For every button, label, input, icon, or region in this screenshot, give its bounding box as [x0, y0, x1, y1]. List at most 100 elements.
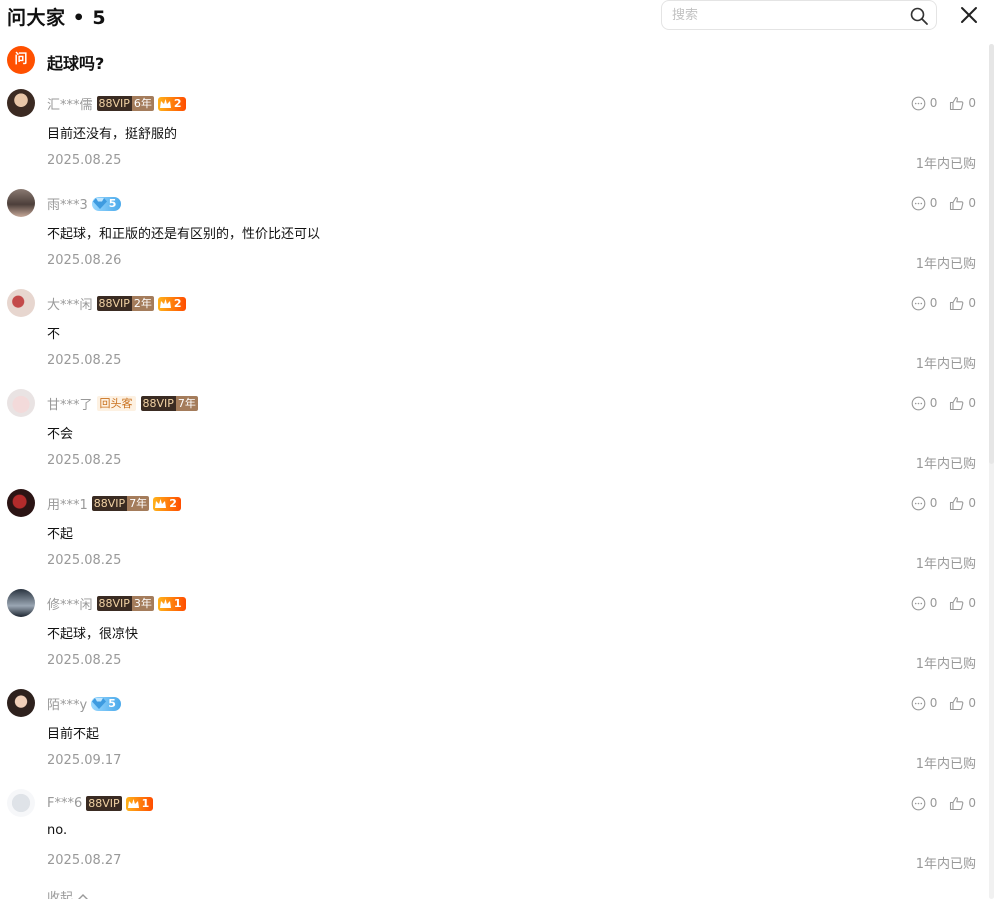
diamond-level-badge: 5: [91, 196, 122, 211]
crown-level-badge: 2: [157, 296, 186, 311]
reply-count: 0: [929, 296, 938, 310]
comment-bubble-icon: [911, 196, 926, 210]
like-button[interactable]: 0: [949, 96, 976, 111]
crown-icon: [159, 298, 171, 308]
vip-label: 88VIP: [140, 396, 176, 411]
diamond-level: 5: [108, 697, 116, 710]
reply-count: 0: [929, 96, 938, 110]
vip-badge: 88VIP 3年: [96, 596, 154, 611]
like-count: 0: [968, 396, 976, 410]
comment-bubble-icon: [911, 796, 926, 810]
vip-label: 88VIP: [86, 796, 122, 811]
reply-count: 0: [929, 796, 938, 810]
avatar[interactable]: [7, 489, 35, 517]
answer-date: 2025.08.25: [47, 653, 122, 668]
answer-item: 大***闲 88VIP 2年 2 0 0 不 2025.08.25 1年内已购: [0, 289, 985, 389]
crown-level-badge: 2: [153, 496, 181, 511]
purchase-status: 1年内已购: [915, 657, 976, 672]
user-line: 陌***y 5: [47, 695, 125, 713]
like-button[interactable]: 0: [949, 296, 976, 311]
answer-actions: 0 0: [899, 195, 976, 211]
answer-actions: 0 0: [899, 695, 976, 711]
answer-item: 陌***y 5 0 0 目前不起 2025.09.17 1年内已购: [0, 689, 985, 789]
comment-bubble-icon: [911, 396, 926, 410]
vip-years: 3年: [131, 596, 154, 611]
answer-item: 雨***3 5 0 0 不起球，和正版的还是有区别的，性价比还可以 2025.0…: [0, 189, 985, 289]
reply-button[interactable]: 0: [911, 96, 938, 111]
reply-button[interactable]: 0: [911, 596, 938, 611]
vip-badge: 88VIP 7年: [140, 396, 198, 411]
like-button[interactable]: 0: [949, 796, 976, 811]
avatar[interactable]: [7, 589, 35, 617]
avatar[interactable]: [7, 289, 35, 317]
reply-button[interactable]: 0: [911, 196, 938, 211]
comment-bubble-icon: [911, 96, 926, 110]
search-icon[interactable]: [909, 6, 929, 26]
vip-years: 7年: [175, 396, 198, 411]
reply-button[interactable]: 0: [911, 396, 937, 411]
purchase-status: 1年内已购: [915, 157, 976, 172]
scroll-thumb[interactable]: [989, 44, 994, 464]
like-button[interactable]: 0: [949, 396, 976, 411]
vip-badge: 88VIP: [86, 796, 122, 811]
username: 陌***y: [47, 698, 88, 713]
reply-count: 0: [929, 496, 938, 510]
crown-level-badge: 1: [125, 796, 154, 811]
thumbs-up-icon: [950, 196, 964, 210]
like-button[interactable]: 0: [949, 496, 976, 511]
answer-item: 汇***儒 88VIP 6年 2 0 0 目前还没有，挺舒服的 2025.08.25…: [0, 89, 985, 189]
search-input[interactable]: [672, 6, 902, 25]
reply-button[interactable]: 0: [911, 296, 938, 311]
reply-button[interactable]: 0: [911, 496, 938, 511]
close-icon[interactable]: [957, 3, 981, 27]
answer-date: 2025.08.27: [47, 853, 122, 868]
avatar[interactable]: [7, 689, 35, 717]
answer-content: 目前还没有，挺舒服的: [47, 127, 178, 142]
purchase-status: 1年内已购: [915, 257, 976, 272]
thumbs-up-icon: [950, 796, 964, 810]
reply-button[interactable]: 0: [911, 696, 937, 711]
answer-item: F***6 88VIP 1 0 0 no. 2025.08.27 1年内已购: [0, 789, 985, 889]
answer-content: 不: [47, 327, 61, 342]
crown-level: 2: [173, 97, 182, 110]
username: 大***闲: [47, 298, 93, 313]
avatar[interactable]: [7, 189, 35, 217]
like-button[interactable]: 0: [949, 596, 976, 611]
answer-actions: 0 0: [899, 495, 976, 511]
comment-bubble-icon: [911, 296, 926, 310]
avatar[interactable]: [7, 89, 35, 117]
search-box[interactable]: [661, 0, 937, 30]
crown-level: 1: [173, 597, 182, 610]
answer-date: 2025.09.17: [47, 753, 122, 768]
like-count: 0: [968, 196, 976, 210]
answer-content: 目前不起: [47, 727, 100, 742]
avatar[interactable]: [7, 389, 35, 417]
answer-date: 2025.08.25: [47, 153, 122, 168]
thumbs-up-icon: [950, 496, 964, 510]
crown-level: 1: [141, 797, 150, 810]
vip-label: 88VIP: [91, 496, 128, 511]
page-title: 问大家 • 5: [7, 7, 107, 29]
diamond-icon: [92, 198, 107, 209]
vip-badge: 88VIP 2年: [96, 296, 154, 311]
collapse-button[interactable]: 收起: [47, 887, 89, 899]
avatar[interactable]: [7, 789, 35, 817]
reply-count: 0: [929, 196, 938, 210]
user-line: 用***1 88VIP 7年 2: [47, 495, 185, 513]
crown-icon: [159, 98, 171, 108]
like-count: 0: [968, 796, 976, 810]
reply-count: 0: [929, 596, 938, 610]
user-line: 大***闲 88VIP 2年 2: [47, 295, 190, 313]
like-count: 0: [968, 596, 976, 610]
crown-level-badge: 2: [157, 96, 186, 111]
answer-content: 不会: [47, 427, 74, 442]
comment-bubble-icon: [911, 596, 926, 610]
answer-content: 不起球，和正版的还是有区别的，性价比还可以: [47, 227, 321, 242]
like-button[interactable]: 0: [949, 196, 976, 211]
question-badge: 问: [7, 46, 35, 74]
reply-button[interactable]: 0: [911, 796, 938, 811]
comment-bubble-icon: [911, 496, 926, 510]
vip-years: 7年: [127, 496, 150, 511]
scrollbar[interactable]: [989, 44, 994, 899]
like-button[interactable]: 0: [949, 696, 976, 711]
